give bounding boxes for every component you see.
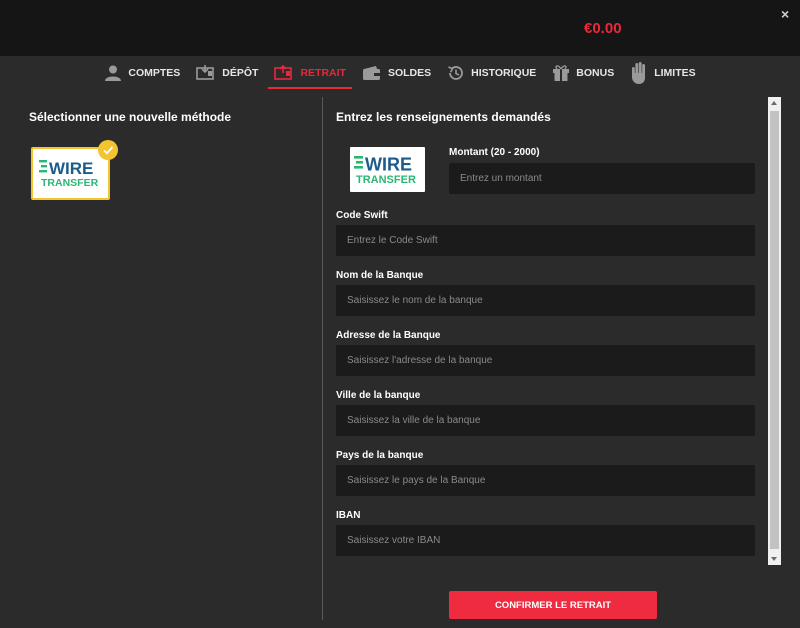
amount-input[interactable] (449, 163, 755, 194)
tab-depot[interactable]: DÉPÔT (188, 56, 266, 90)
hand-icon (630, 62, 648, 84)
confirm-withdrawal-button[interactable]: CONFIRMER LE RETRAIT (449, 591, 657, 619)
logo-text-line2: TRANSFER (41, 177, 99, 189)
swift-input[interactable] (336, 225, 755, 256)
swift-label: Code Swift (336, 210, 388, 221)
bank-city-input[interactable] (336, 405, 755, 436)
top-bar: €0.00 × (0, 0, 800, 56)
gift-icon (552, 64, 570, 82)
iban-input[interactable] (336, 525, 755, 556)
amount-label: Montant (20 - 2000) (449, 147, 540, 158)
user-icon (104, 64, 122, 82)
scroll-up-icon[interactable] (771, 101, 777, 105)
wallet-icon (362, 65, 382, 81)
scroll-down-icon[interactable] (771, 557, 777, 561)
tab-historique[interactable]: HISTORIQUE (439, 56, 544, 90)
bank-address-label: Adresse de la Banque (336, 330, 441, 341)
bank-country-input[interactable] (336, 465, 755, 496)
tab-limites[interactable]: LIMITES (622, 56, 703, 90)
tab-label: BONUS (576, 67, 615, 79)
bank-city-label: Ville de la banque (336, 390, 421, 401)
wire-transfer-logo: WIRE TRANSFER (353, 154, 416, 186)
tab-label: COMPTES (128, 67, 181, 79)
iban-label: IBAN (336, 510, 361, 521)
form-title: Entrez les renseignements demandés (336, 110, 551, 124)
tab-comptes[interactable]: COMPTES (96, 56, 188, 90)
method-logo: WIRE TRANSFER (350, 147, 425, 192)
tab-retrait[interactable]: RETRAIT (266, 56, 354, 90)
selected-check-icon (98, 140, 118, 160)
tab-label: SOLDES (387, 67, 432, 79)
bank-name-label: Nom de la Banque (336, 270, 424, 281)
tab-soldes[interactable]: SOLDES (354, 56, 439, 90)
panel-divider (322, 97, 323, 620)
withdraw-icon (274, 65, 294, 81)
tab-label: HISTORIQUE (471, 67, 537, 79)
tab-bonus[interactable]: BONUS (544, 56, 622, 90)
tab-label: LIMITES (654, 67, 696, 79)
balance-display: €0.00 (584, 20, 622, 37)
bank-country-label: Pays de la banque (336, 450, 424, 461)
tab-label: DÉPÔT (222, 67, 259, 79)
tab-label: RETRAIT (300, 67, 346, 79)
logo-text-line2: TRANSFER (356, 174, 416, 186)
select-method-title: Sélectionner une nouvelle méthode (29, 110, 232, 124)
close-icon[interactable]: × (781, 6, 789, 22)
bank-name-input[interactable] (336, 285, 755, 316)
deposit-icon (196, 65, 216, 81)
bank-address-input[interactable] (336, 345, 755, 376)
wire-transfer-method-card[interactable]: WIRE TRANSFER (31, 147, 110, 200)
logo-text-line1: WIRE (365, 154, 412, 174)
logo-text-line1: WIRE (49, 159, 93, 178)
form-scrollbar[interactable] (768, 97, 781, 565)
account-nav: COMPTES DÉPÔT RETRAIT SOLDES HISTORIQUE … (0, 56, 800, 90)
history-icon (447, 64, 465, 82)
scroll-thumb[interactable] (770, 111, 779, 549)
wire-transfer-logo: WIRE TRANSFER (38, 159, 99, 189)
